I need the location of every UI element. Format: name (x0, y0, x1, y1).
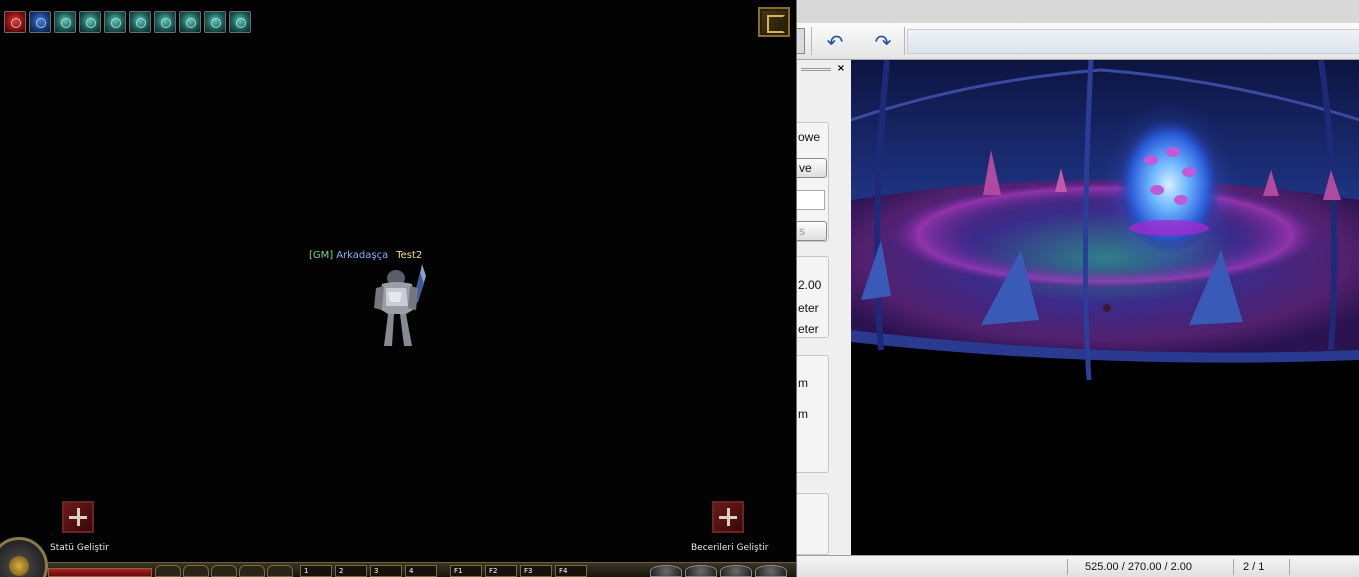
red-potion-icon[interactable] (4, 11, 26, 33)
status-bar: 525.00 / 270.00 / 2.00 2 / 1 (797, 555, 1359, 577)
blue-potion-icon[interactable] (29, 11, 51, 33)
slot-2[interactable]: 2 (335, 565, 367, 577)
status-divider (1289, 559, 1290, 575)
save-button[interactable]: ve (797, 158, 827, 178)
wing-icon[interactable] (179, 11, 201, 33)
value-field[interactable] (797, 190, 825, 210)
redo-icon[interactable]: ↷ (867, 28, 899, 55)
parameter-label: eter (798, 301, 819, 315)
undo-icon[interactable]: ↶ (819, 28, 851, 55)
character-orb[interactable] (0, 537, 48, 577)
toolbar-button-partial[interactable] (797, 28, 805, 54)
unit-label: m (798, 407, 808, 421)
magic-shield-icon[interactable] (54, 11, 76, 33)
status-divider (1233, 559, 1234, 575)
editor-window: ↶ ↷ × owe ve s 2.00 eter eter m m 525.00… (796, 0, 1359, 577)
toolbar-empty-area (907, 29, 1359, 54)
status-divider (1067, 559, 1068, 575)
slot-4[interactable]: 4 (405, 565, 437, 577)
quick-slot[interactable] (267, 565, 293, 577)
3d-viewport[interactable] (851, 60, 1359, 555)
number-slots: 1 2 3 4 (300, 565, 437, 577)
orb-icon[interactable] (79, 11, 101, 33)
toolbar-separator (811, 27, 812, 55)
menu-buttons (650, 565, 787, 577)
skill-upgrade-label: Becerileri Geliştir (691, 543, 769, 553)
slot-3[interactable]: 3 (370, 565, 402, 577)
panel-grip[interactable] (801, 68, 831, 71)
power-label: owe (798, 130, 821, 144)
properties-panel: × owe ve s 2.00 eter eter m m (797, 60, 851, 555)
quick-slot[interactable] (155, 565, 181, 577)
disabled-button[interactable]: s (797, 221, 827, 241)
burst-icon[interactable] (229, 11, 251, 33)
stat-upgrade-label: Statü Geliştir (50, 543, 109, 553)
menu-button[interactable] (685, 565, 717, 577)
game-window[interactable]: [GM] Arkadaşça Test2 Statü Geliştir Beceri… (0, 0, 796, 577)
buff-bar (4, 11, 251, 33)
gm-tag: [GM] (309, 250, 334, 261)
hand-icon[interactable] (204, 11, 226, 33)
spiral-icon[interactable] (154, 11, 176, 33)
f4-slot[interactable]: F4 (555, 565, 587, 577)
stat-upgrade-button[interactable] (62, 501, 94, 533)
toolbar-separator (904, 27, 905, 55)
quick-slot[interactable] (239, 565, 265, 577)
minimap-icon[interactable] (758, 7, 790, 37)
f2-slot[interactable]: F2 (485, 565, 517, 577)
panel-group (797, 493, 829, 555)
quick-slot[interactable] (211, 565, 237, 577)
panel-header: × (797, 63, 849, 74)
claw-icon[interactable] (129, 11, 151, 33)
guild-name: Arkadaşça (336, 250, 389, 261)
parameter-label: eter (798, 322, 819, 336)
player-name: Test2 (396, 250, 423, 261)
f1-slot[interactable]: F1 (450, 565, 482, 577)
menu-button[interactable] (755, 565, 787, 577)
slot-1[interactable]: 1 (300, 565, 332, 577)
player-name-tag: [GM] Arkadaşça Test2 (309, 250, 422, 261)
player-character[interactable] (372, 262, 428, 348)
f3-slot[interactable]: F3 (520, 565, 552, 577)
function-key-slots: F1 F2 F3 F4 (450, 565, 587, 577)
quick-slots (155, 565, 293, 577)
coordinates-readout: 525.00 / 270.00 / 2.00 (1085, 561, 1193, 573)
close-icon[interactable]: × (835, 63, 847, 75)
menu-button[interactable] (720, 565, 752, 577)
skill-upgrade-button[interactable] (712, 501, 744, 533)
value-readout: 2.00 (798, 278, 822, 292)
menu-button[interactable] (650, 565, 682, 577)
unit-label: m (798, 376, 808, 390)
quick-slot[interactable] (183, 565, 209, 577)
toolbar: ↶ ↷ (797, 23, 1359, 60)
scroll-icon[interactable] (104, 11, 126, 33)
hp-bar (48, 568, 152, 577)
page-indicator: 2 / 1 (1243, 561, 1265, 573)
